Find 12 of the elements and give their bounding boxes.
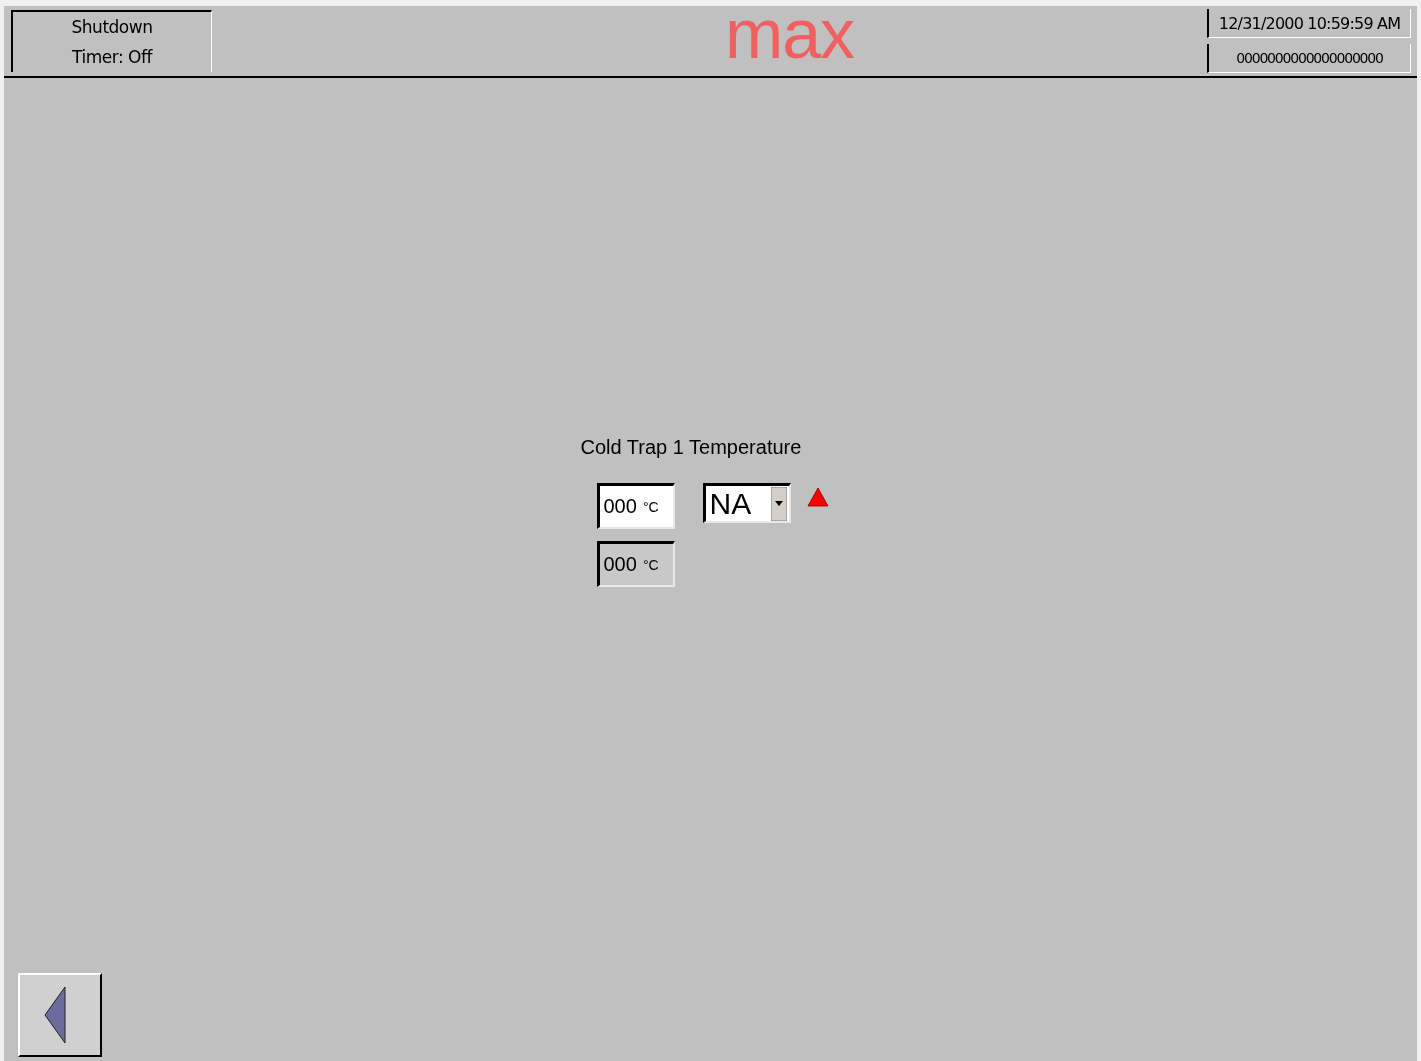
back-button[interactable]	[18, 973, 102, 1057]
left-triangle-icon	[43, 985, 67, 1045]
status-text: Shutdown	[70, 16, 154, 39]
logo: max	[724, 6, 855, 69]
mode-dropdown[interactable]: NA	[702, 483, 791, 523]
temperature-field[interactable]: 000 °C	[596, 483, 675, 529]
panel-title: Cold Trap 1 Temperature	[580, 436, 802, 459]
dropdown-arrow-icon[interactable]	[770, 486, 787, 521]
date-time: 12/31/2000 10:59:59 AM	[1207, 9, 1411, 38]
counter-display: 0000000000000000000	[1207, 44, 1411, 73]
temperature-field: 000 °C	[596, 541, 675, 587]
status-text: Timer: Off	[71, 46, 154, 69]
